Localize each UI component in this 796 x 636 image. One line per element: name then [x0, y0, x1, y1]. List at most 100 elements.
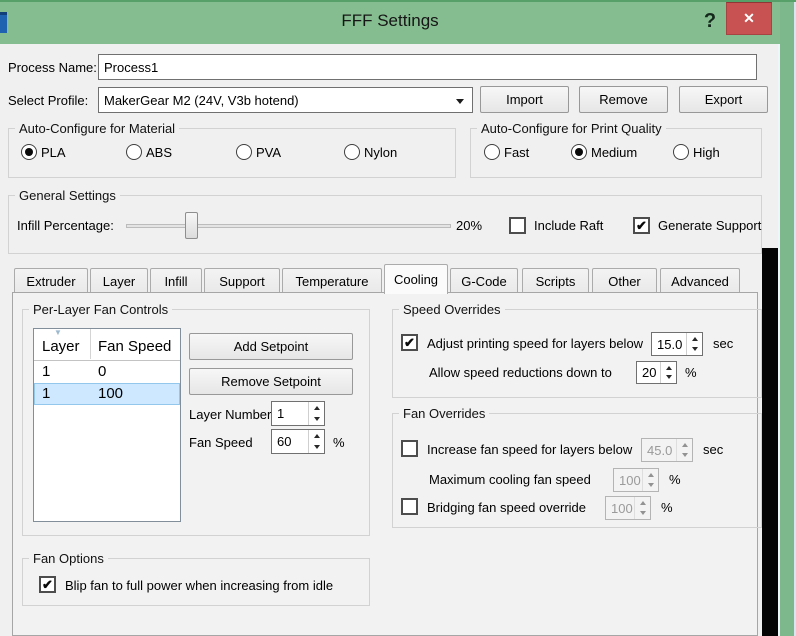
radio-high[interactable] — [673, 144, 689, 160]
radio-medium-label: Medium — [591, 145, 637, 160]
max-cooling-spinner: 100 — [613, 468, 659, 492]
spinner-up-icon — [643, 469, 658, 480]
blip-fan-checkbox[interactable]: ✔ — [39, 576, 56, 593]
quality-group-title: Auto-Configure for Print Quality — [477, 121, 666, 136]
background-window-edge — [778, 44, 780, 636]
layer-number-label: Layer Number — [189, 407, 271, 422]
import-button[interactable]: Import — [480, 86, 569, 113]
window-top-border — [0, 0, 796, 2]
remove-button[interactable]: Remove — [579, 86, 668, 113]
tab-support[interactable]: Support — [204, 268, 280, 293]
bridging-fan-checkbox[interactable] — [401, 498, 418, 515]
per-layer-fan-title: Per-Layer Fan Controls — [29, 302, 172, 317]
cell-layer: 1 — [42, 385, 50, 402]
bridging-fan-label: Bridging fan speed override — [427, 500, 586, 515]
tab-extruder[interactable]: Extruder — [14, 268, 88, 293]
process-name-input[interactable]: Process1 — [98, 54, 757, 80]
tab-cooling[interactable]: Cooling — [384, 264, 448, 294]
radio-nylon[interactable] — [344, 144, 360, 160]
radio-fast-label: Fast — [504, 145, 529, 160]
radio-nylon-label: Nylon — [364, 145, 397, 160]
layer-number-spinner[interactable]: 1 — [271, 401, 325, 426]
fan-options-title: Fan Options — [29, 551, 108, 566]
fan-overrides-groupbox: Fan Overrides Increase fan speed for lay… — [392, 413, 762, 528]
fff-settings-dialog: FFF Settings ? ✕ Process Name: Process1 … — [0, 0, 796, 636]
spinner-down-icon — [635, 508, 650, 519]
tab-advanced[interactable]: Advanced — [660, 268, 740, 293]
fan-options-groupbox: Fan Options ✔ Blip fan to full power whe… — [22, 558, 370, 606]
spinner-down-icon[interactable] — [309, 442, 324, 454]
radio-high-label: High — [693, 145, 720, 160]
check-icon: ✔ — [42, 578, 53, 591]
column-header-layer[interactable]: Layer — [42, 338, 80, 355]
adjust-speed-checkbox[interactable]: ✔ — [401, 334, 418, 351]
generate-support-checkbox[interactable]: ✔ — [633, 217, 650, 234]
include-raft-checkbox[interactable] — [509, 217, 526, 234]
fan-speed-spinner[interactable]: 60 — [271, 429, 325, 454]
cell-fan-speed: 0 — [98, 363, 106, 380]
add-setpoint-button[interactable]: Add Setpoint — [189, 333, 353, 360]
spinner-down-icon[interactable] — [661, 373, 676, 384]
fan-setpoint-table[interactable]: ▼ Layer Fan Speed 1 0 1 100 — [33, 328, 181, 522]
tab-scripts[interactable]: Scripts — [522, 268, 589, 293]
increase-fan-spinner: 45.0 — [641, 438, 693, 462]
spinner-up-icon[interactable] — [661, 362, 676, 373]
tab-temperature[interactable]: Temperature — [282, 268, 382, 293]
radio-medium[interactable] — [571, 144, 587, 160]
cell-layer: 1 — [42, 363, 50, 380]
increase-fan-unit: sec — [703, 442, 723, 457]
adjust-speed-value: 15.0 — [652, 333, 686, 355]
radio-pva-label: PVA — [256, 145, 281, 160]
background-viewport-stripe — [762, 248, 778, 636]
spinner-up-icon — [635, 497, 650, 508]
fan-overrides-title: Fan Overrides — [399, 406, 489, 421]
remove-setpoint-button[interactable]: Remove Setpoint — [189, 368, 353, 395]
include-raft-label: Include Raft — [534, 218, 603, 233]
fan-setpoint-table-header[interactable]: ▼ Layer Fan Speed — [34, 329, 180, 361]
radio-pva[interactable] — [236, 144, 252, 160]
select-profile-label: Select Profile: — [8, 93, 88, 108]
title-bar[interactable]: FFF Settings ? ✕ — [0, 0, 780, 44]
spinner-up-icon[interactable] — [687, 333, 702, 344]
infill-slider-track[interactable] — [126, 224, 451, 228]
adjust-speed-spinner[interactable]: 15.0 — [651, 332, 703, 356]
radio-pla[interactable] — [21, 144, 37, 160]
check-icon: ✔ — [636, 219, 647, 232]
help-button[interactable]: ? — [698, 6, 722, 36]
fan-speed-label: Fan Speed — [189, 435, 253, 450]
table-row[interactable]: 1 0 — [34, 361, 180, 383]
material-groupbox: Auto-Configure for Material PLA ABS PVA … — [8, 128, 456, 178]
spinner-down-icon — [643, 480, 658, 491]
increase-fan-checkbox[interactable] — [401, 440, 418, 457]
fan-speed-value: 60 — [272, 430, 308, 453]
infill-slider-handle[interactable] — [185, 212, 198, 239]
close-button[interactable]: ✕ — [726, 2, 772, 35]
allow-reductions-spinner[interactable]: 20 — [636, 361, 677, 384]
allow-reductions-label: Allow speed reductions down to — [429, 365, 612, 380]
tab-infill[interactable]: Infill — [150, 268, 202, 293]
column-header-fan-speed[interactable]: Fan Speed — [98, 338, 171, 355]
process-name-label: Process Name: — [8, 60, 97, 75]
export-button[interactable]: Export — [679, 86, 768, 113]
spinner-down-icon[interactable] — [687, 344, 702, 355]
profile-value: MakerGear M2 (24V, V3b hotend) — [104, 93, 299, 108]
material-group-title: Auto-Configure for Material — [15, 121, 179, 136]
radio-fast[interactable] — [484, 144, 500, 160]
spinner-down-icon[interactable] — [309, 414, 324, 426]
radio-abs[interactable] — [126, 144, 142, 160]
spinner-up-icon[interactable] — [309, 430, 324, 442]
generate-support-label: Generate Support — [658, 218, 761, 233]
allow-reductions-unit: % — [685, 365, 697, 380]
tab-layer[interactable]: Layer — [90, 268, 148, 293]
tab-gcode[interactable]: G-Code — [450, 268, 518, 293]
spinner-up-icon[interactable] — [309, 402, 324, 414]
general-settings-title: General Settings — [15, 188, 120, 203]
tab-other[interactable]: Other — [592, 268, 657, 293]
speed-overrides-groupbox: Speed Overrides ✔ Adjust printing speed … — [392, 309, 762, 398]
layer-number-value: 1 — [272, 402, 308, 425]
profile-dropdown[interactable]: MakerGear M2 (24V, V3b hotend) — [98, 87, 473, 113]
table-row-selected[interactable]: 1 100 — [34, 383, 180, 405]
max-cooling-unit: % — [669, 472, 681, 487]
infill-percentage-label: Infill Percentage: — [17, 218, 114, 233]
infill-percentage-value: 20% — [456, 218, 482, 233]
